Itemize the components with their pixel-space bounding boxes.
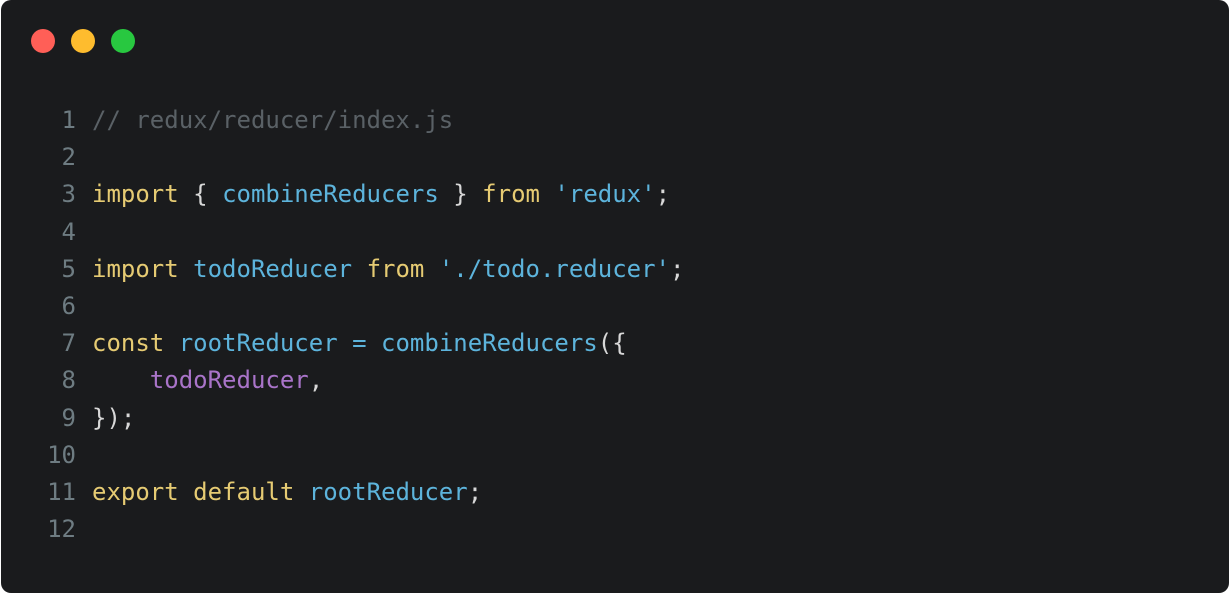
line-number: 8	[61, 366, 76, 395]
code-token-punctuation: ({	[597, 329, 627, 358]
code-token-comment: // redux/reducer/index.js	[92, 106, 454, 134]
code-text: });	[92, 400, 135, 437]
code-token-punctuation: ;	[655, 180, 671, 209]
code-token-punctuation	[540, 180, 554, 208]
code-token-keyword: from	[482, 180, 540, 209]
code-line: 10	[1, 437, 1229, 474]
code-token-punctuation	[367, 329, 381, 357]
code-token-punctuation	[352, 255, 366, 283]
code-token-identifier: todoReducer	[193, 254, 353, 283]
code-token-punctuation: {	[178, 180, 223, 209]
code-text: import todoReducer from './todo.reducer'…	[92, 251, 684, 288]
code-token-keyword: import	[92, 254, 179, 283]
code-line: 9});	[1, 400, 1229, 437]
code-token-keyword: export	[92, 477, 179, 506]
code-token-keyword: import	[92, 180, 179, 209]
code-line: 5 import todoReducer from './todo.reducer…	[1, 251, 1229, 288]
code-text: todoReducer,	[92, 362, 323, 399]
code-token-identifier: combineReducers	[381, 329, 598, 358]
close-dot-icon[interactable]	[31, 29, 55, 53]
code-token-identifier: rootReducer	[178, 329, 338, 358]
line-number: 10	[47, 440, 76, 469]
code-line: 2	[1, 139, 1229, 176]
code-token-punctuation	[294, 478, 308, 506]
code-window: 1 // redux/reducer/index.js 2 3 import { com…	[1, 0, 1229, 593]
code-token-property: todoReducer	[149, 366, 309, 395]
line-number: 1	[61, 106, 76, 134]
code-line: 12	[1, 511, 1229, 548]
code-token-punctuation	[424, 255, 438, 283]
code-token-keyword: default	[193, 477, 295, 506]
code-token-punctuation	[179, 478, 193, 506]
code-line: 1 // redux/reducer/index.js	[1, 102, 1229, 139]
code-token-punctuation: ;	[670, 254, 685, 283]
code-token-identifier: combineReducers	[222, 180, 439, 209]
code-token-punctuation	[179, 255, 193, 283]
code-text: export default rootReducer;	[92, 474, 482, 511]
code-block: 1 // redux/reducer/index.js 2 3 import { com…	[1, 102, 1229, 548]
code-token-identifier: rootReducer	[308, 477, 468, 506]
code-token-punctuation: ,	[308, 366, 324, 395]
code-token-keyword: from	[366, 254, 425, 283]
line-number: 2	[61, 143, 76, 172]
code-token-punctuation: });	[92, 403, 136, 432]
line-number: 12	[47, 515, 76, 544]
code-token-punctuation	[92, 366, 150, 394]
line-number: 7	[61, 329, 76, 358]
code-token-keyword: const	[92, 329, 165, 358]
code-text: import { combineReducers } from 'redux';	[92, 176, 670, 213]
code-line: 7 const rootReducer = combineReducers({	[1, 325, 1229, 362]
code-token-string: 'redux'	[554, 180, 656, 209]
code-line: 4	[1, 214, 1229, 251]
code-token-identifier: =	[352, 329, 367, 358]
code-line: 3 import { combineReducers } from 'redux'…	[1, 176, 1229, 213]
code-token-punctuation	[164, 329, 178, 357]
line-number: 9	[61, 403, 76, 432]
line-number: 4	[61, 217, 76, 246]
code-token-punctuation: ;	[467, 477, 483, 506]
line-number: 11	[47, 477, 76, 506]
code-line: 8 todoReducer,	[1, 362, 1229, 399]
code-token-string: './todo.reducer'	[438, 254, 670, 283]
maximize-dot-icon[interactable]	[111, 29, 135, 53]
code-line: 6	[1, 288, 1229, 325]
code-text: // redux/reducer/index.js	[92, 102, 453, 139]
minimize-dot-icon[interactable]	[71, 29, 95, 53]
line-number: 3	[61, 180, 76, 209]
line-number: 6	[61, 291, 76, 320]
code-text: const rootReducer = combineReducers({	[92, 325, 627, 362]
code-token-punctuation	[338, 329, 352, 357]
code-line: 11 export default rootReducer;	[1, 474, 1229, 511]
code-token-punctuation: }	[438, 180, 483, 209]
line-number: 5	[61, 254, 76, 283]
